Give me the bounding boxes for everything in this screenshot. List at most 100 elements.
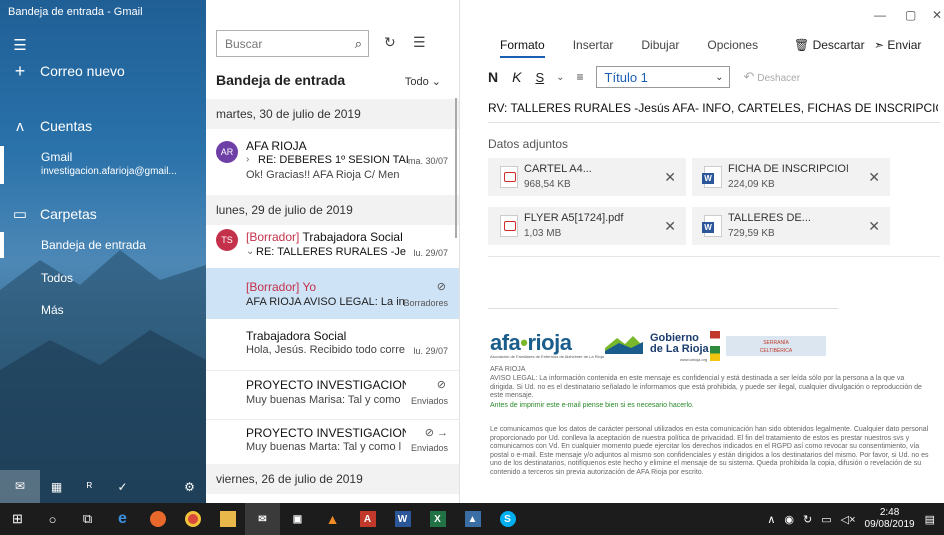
folder-more[interactable]: Más xyxy=(0,298,206,322)
people-icon[interactable]: ᴿ xyxy=(73,480,106,494)
subject-field[interactable]: RV: TALLERES RURALES -Jesús AFA- INFO, C… xyxy=(488,101,938,115)
edge-icon: e xyxy=(118,510,127,527)
filter-dropdown[interactable]: Todo ⌄ xyxy=(405,75,441,88)
message-folder: Enviados xyxy=(410,443,448,453)
remove-attachment-icon[interactable]: ✕ xyxy=(664,169,676,186)
font-options-chevron-icon[interactable]: ⌄ xyxy=(556,72,564,83)
store-app[interactable]: ▣ xyxy=(280,503,315,535)
search-icon[interactable]: ⌕ xyxy=(355,36,362,52)
paragraph-format-icon[interactable]: ≡ xyxy=(577,70,584,84)
mail-icon: ✉ xyxy=(258,513,267,525)
edge-app[interactable]: e xyxy=(105,503,140,535)
search-button[interactable]: ○ xyxy=(35,503,70,535)
acrobat-app[interactable]: A xyxy=(350,503,385,535)
chrome-app[interactable] xyxy=(175,503,210,535)
chevron-down-icon: ⌄ xyxy=(431,76,441,88)
notifications-icon[interactable]: ▤ xyxy=(925,513,935,526)
filter-label: Todo xyxy=(404,76,429,88)
settings-icon[interactable]: ⚙ xyxy=(173,480,206,494)
reading-pane: — ▢ ✕ Formato Insertar Dibujar Opciones … xyxy=(460,0,944,503)
remove-attachment-icon[interactable]: ✕ xyxy=(868,169,880,186)
chevron-right-icon[interactable]: › xyxy=(246,154,249,165)
word-app[interactable]: W xyxy=(385,503,420,535)
vlc-app[interactable]: ▲ xyxy=(315,503,350,535)
start-button[interactable]: ⊞ xyxy=(0,503,35,535)
tab-options[interactable]: Opciones xyxy=(707,38,758,58)
chevron-down-icon[interactable]: ⌄ xyxy=(246,246,254,257)
folder-all-label: Todos xyxy=(41,271,74,285)
attachment-card[interactable]: CARTEL A4... 968,54 KB ✕ xyxy=(488,158,686,196)
bold-button[interactable]: N xyxy=(488,69,498,85)
todo-icon[interactable]: ✓ xyxy=(106,480,139,494)
attachment-card[interactable]: FLYER A5[1724].pdf 1,03 MB ✕ xyxy=(488,207,686,245)
folder-all[interactable]: Todos xyxy=(0,266,206,290)
tab-insert[interactable]: Insertar xyxy=(573,38,614,58)
list-item[interactable]: PROYECTO INVESTIGACION AFA ⊘ Muy buenas … xyxy=(206,371,459,419)
message-folder: Borradores xyxy=(403,298,448,308)
battery-icon[interactable]: ▭ xyxy=(821,513,831,526)
message-sender-line: [Borrador] Yo xyxy=(246,280,316,294)
remove-attachment-icon[interactable]: ✕ xyxy=(868,218,880,235)
search-input[interactable]: Buscar ⌕ xyxy=(216,30,369,57)
sync-icon[interactable]: ↻ xyxy=(803,513,812,526)
maximize-icon[interactable]: ▢ xyxy=(905,8,916,22)
close-icon[interactable]: ✕ xyxy=(932,8,942,22)
remove-attachment-icon[interactable]: ✕ xyxy=(664,218,676,235)
message-subject: RE: DEBERES 1º SESION TALL xyxy=(258,154,408,166)
mail-icon[interactable]: ✉ xyxy=(0,470,40,503)
skype-app[interactable]: S xyxy=(490,503,525,535)
eco-notice: Antes de imprimir este e-mail piense bie… xyxy=(490,402,694,409)
chevron-down-icon: ⌄ xyxy=(715,71,724,83)
underline-button[interactable]: S xyxy=(535,70,544,85)
list-item[interactable]: AR AFA RIOJA › RE: DEBERES 1º SESION TAL… xyxy=(206,129,459,193)
tab-draw[interactable]: Dibujar xyxy=(641,38,679,58)
list-item[interactable]: Trabajadora Social Hola, Jesús. Recibido… xyxy=(206,320,459,370)
clock[interactable]: 2:48 09/08/2019 xyxy=(865,507,915,531)
style-dropdown[interactable]: Título 1 ⌄ xyxy=(595,66,730,88)
list-item-selected[interactable]: [Borrador] Yo ⊘ AFA RIOJA AVISO LEGAL: L… xyxy=(206,268,459,319)
network-icon[interactable]: ◉ xyxy=(784,513,794,526)
mail-app-taskbar[interactable]: ✉ xyxy=(245,503,280,535)
task-view-button[interactable]: ⧉ xyxy=(70,503,105,535)
volume-icon[interactable]: ◁× xyxy=(841,513,856,526)
undo-label: Deshacer xyxy=(757,73,801,84)
list-item[interactable]: PROYECTO INVESTIGACION AFA ⊘ → Muy buena… xyxy=(206,420,459,464)
attachment-size: 729,59 KB xyxy=(728,228,775,239)
message-sender: Trabajadora Social xyxy=(302,230,403,244)
folder-inbox[interactable]: Bandeja de entrada xyxy=(0,232,206,258)
draft-tag: [Borrador] xyxy=(246,280,300,294)
message-sender: Yo xyxy=(302,280,317,294)
new-mail-button[interactable]: + Correo nuevo xyxy=(0,58,206,84)
account-gmail[interactable]: Gmail investigacion.afarioja@gmail... xyxy=(0,146,206,184)
excel-app[interactable]: X xyxy=(420,503,455,535)
message-sender: PROYECTO INVESTIGACION AFA xyxy=(246,378,406,392)
attachment-name: FICHA DE INSCRIPCION... xyxy=(728,163,848,175)
new-mail-label: Correo nuevo xyxy=(40,63,125,79)
style-value: Título 1 xyxy=(604,69,648,85)
attachment-card[interactable]: TALLERES DE... 729,59 KB ✕ xyxy=(692,207,890,245)
accounts-button[interactable]: ᴧ Cuentas xyxy=(0,114,206,138)
scrollbar[interactable] xyxy=(455,98,457,238)
message-date: lu. 29/07 xyxy=(413,346,448,356)
afa-rioja-logo: afa•rioja xyxy=(490,330,572,355)
discard-button[interactable]: 🗑 Descartar xyxy=(794,38,865,52)
minimize-icon[interactable]: — xyxy=(874,8,886,22)
italic-button[interactable]: K xyxy=(512,69,521,85)
sync-icon[interactable]: ↻ xyxy=(384,34,396,51)
firefox-app[interactable] xyxy=(140,503,175,535)
send-button[interactable]: ➣ Enviar xyxy=(874,38,921,52)
rioja-flag-icon xyxy=(710,331,720,361)
list-item[interactable]: TS [Borrador] Trabajadora Social ⌄ RE: T… xyxy=(206,225,459,267)
message-sender: AFA RIOJA xyxy=(246,139,307,153)
folders-button[interactable]: ▭ Carpetas xyxy=(0,202,206,226)
calendar-icon[interactable]: ▦ xyxy=(40,480,73,494)
attachment-card[interactable]: FICHA DE INSCRIPCION... 224,09 KB ✕ xyxy=(692,158,890,196)
undo-button[interactable]: ↶ Deshacer xyxy=(744,69,801,85)
tab-format[interactable]: Formato xyxy=(500,38,545,58)
explorer-app[interactable] xyxy=(210,503,245,535)
chevron-up-icon[interactable]: ∧ xyxy=(767,513,775,526)
selection-mode-icon[interactable]: ☰ xyxy=(413,34,426,51)
sidebar: Bandeja de entrada - Gmail ☰ + Correo nu… xyxy=(0,0,206,503)
menu-button[interactable]: ☰ xyxy=(0,34,206,56)
photos-app[interactable]: ▲ xyxy=(455,503,490,535)
